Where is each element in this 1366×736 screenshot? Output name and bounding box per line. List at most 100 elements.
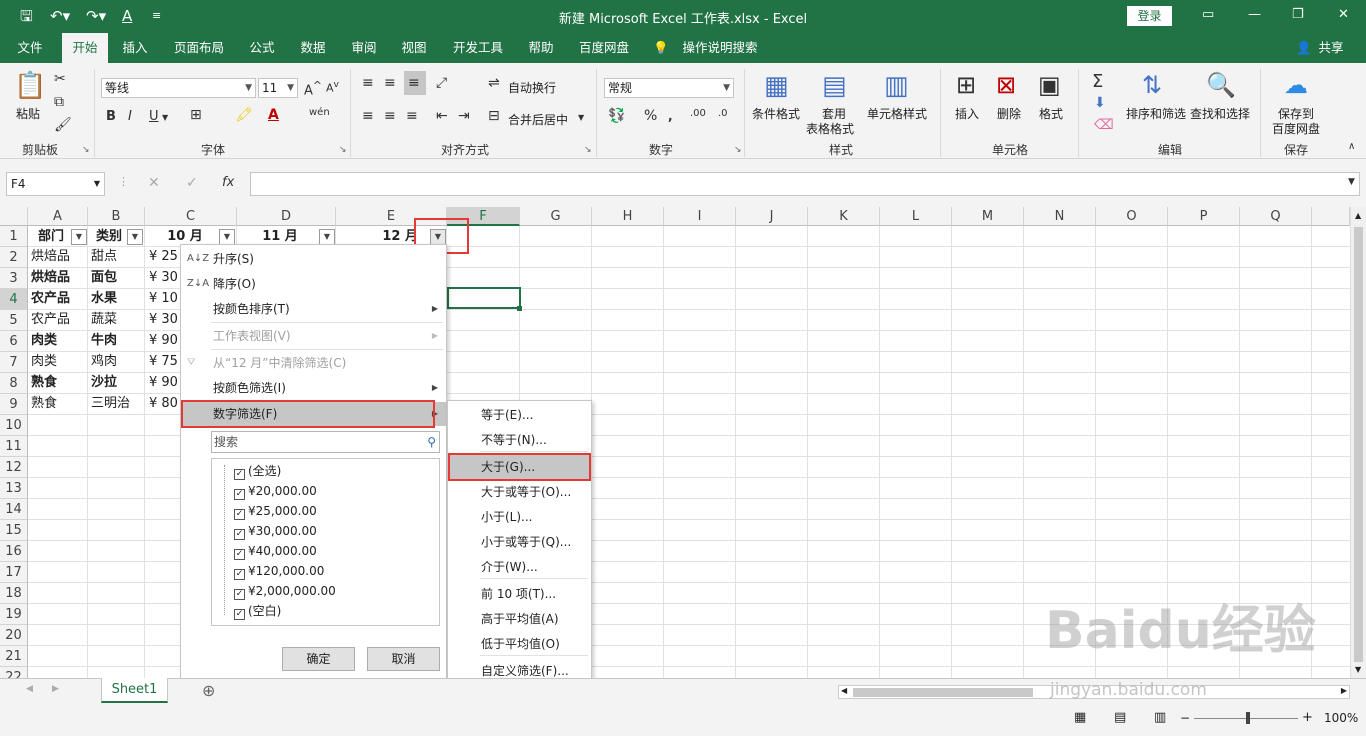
- tab-review[interactable]: 审阅: [343, 33, 385, 63]
- delete-cells-button[interactable]: 删除: [997, 105, 1021, 122]
- formula-input[interactable]: [250, 172, 1360, 196]
- filter-value-item[interactable]: ✓ ¥120,000.00: [234, 561, 324, 581]
- fill-down-icon[interactable]: ⬇: [1094, 95, 1106, 111]
- align-center-icon[interactable]: ≡: [384, 108, 396, 124]
- autosum-icon[interactable]: Σ: [1092, 71, 1103, 92]
- row-header-8[interactable]: 8: [0, 373, 28, 394]
- row-header-14[interactable]: 14: [0, 499, 28, 520]
- sheet-tab-sheet1[interactable]: Sheet1: [101, 678, 168, 703]
- col-header-g[interactable]: G: [520, 207, 592, 226]
- italic-button[interactable]: I: [128, 109, 132, 124]
- filter-search-input[interactable]: 搜索 ⚲: [211, 431, 440, 453]
- font-launcher-icon[interactable]: ↘: [339, 145, 347, 155]
- filter-value-item[interactable]: ✓ (空白): [234, 601, 281, 621]
- normal-view-icon[interactable]: ▦: [1074, 710, 1086, 725]
- decrease-decimal-icon[interactable]: .0: [718, 108, 728, 119]
- cell-b9[interactable]: 三明治: [91, 394, 143, 414]
- tell-me-search[interactable]: 操作说明搜索: [676, 33, 764, 63]
- col-header-d[interactable]: D: [237, 207, 336, 226]
- maximize-icon[interactable]: ❐: [1292, 7, 1304, 22]
- row-header-19[interactable]: 19: [0, 604, 28, 625]
- number-filter-equals[interactable]: 等于(E)...: [449, 403, 591, 427]
- paste-icon[interactable]: 📋: [14, 71, 46, 101]
- font-size-combo[interactable]: 11 ▼: [258, 78, 298, 98]
- tab-data[interactable]: 数据: [292, 33, 334, 63]
- filter-value-item[interactable]: ✓ ¥2,000,000.00: [234, 581, 336, 601]
- scroll-up-icon[interactable]: ▲: [1355, 211, 1361, 220]
- scroll-right-icon[interactable]: ▶: [1341, 686, 1347, 695]
- row-header-20[interactable]: 20: [0, 625, 28, 646]
- scroll-left-icon[interactable]: ◀: [841, 686, 847, 695]
- header-cell-department[interactable]: 部门: [30, 227, 72, 247]
- menu-filter-by-color[interactable]: 按颜色筛选(I) ▶: [182, 376, 446, 400]
- col-header-o[interactable]: O: [1096, 207, 1168, 226]
- cell-c3[interactable]: ¥ 30: [149, 268, 179, 288]
- checkbox-checked-icon[interactable]: ✓: [234, 549, 245, 560]
- phonetic-icon[interactable]: wén: [309, 107, 330, 118]
- active-cell[interactable]: [447, 287, 521, 309]
- scroll-down-icon[interactable]: ▼: [1355, 665, 1361, 674]
- filter-dropdown-a[interactable]: ▼: [71, 229, 87, 245]
- collapse-ribbon-icon[interactable]: ∧: [1348, 141, 1355, 152]
- merge-center-icon[interactable]: ⊟: [488, 108, 500, 124]
- save-to-baidu-line2[interactable]: 百度网盘: [1272, 120, 1320, 137]
- col-header-i[interactable]: I: [664, 207, 736, 226]
- cell-b2[interactable]: 甜点: [91, 247, 143, 267]
- row-header-21[interactable]: 21: [0, 646, 28, 667]
- filter-value-item[interactable]: ✓ ¥30,000.00: [234, 521, 317, 541]
- tab-file[interactable]: 文件: [8, 33, 52, 63]
- col-header-a[interactable]: A: [28, 207, 88, 226]
- confirm-entry-icon[interactable]: ✓: [186, 175, 198, 191]
- format-cells-icon[interactable]: ▣: [1038, 71, 1061, 99]
- row-header-9[interactable]: 9: [0, 394, 28, 415]
- zoom-level[interactable]: 100%: [1324, 711, 1358, 725]
- wrap-text-icon[interactable]: ⇌: [488, 75, 500, 91]
- percent-icon[interactable]: %: [644, 108, 657, 124]
- cell-c4[interactable]: ¥ 10: [149, 289, 179, 309]
- align-top-icon[interactable]: ≡: [362, 75, 374, 91]
- cell-c8[interactable]: ¥ 90: [149, 373, 179, 393]
- cell-c2[interactable]: ¥ 25: [149, 247, 179, 267]
- cell-b8[interactable]: 沙拉: [91, 373, 143, 393]
- tab-page-layout[interactable]: 页面布局: [166, 33, 232, 63]
- clipboard-launcher-icon[interactable]: ↘: [82, 145, 90, 155]
- row-header-2[interactable]: 2: [0, 247, 28, 268]
- col-header-n[interactable]: N: [1024, 207, 1096, 226]
- cell-styles-icon[interactable]: ▥: [884, 71, 909, 101]
- tab-developer[interactable]: 开发工具: [445, 33, 511, 63]
- checkbox-checked-icon[interactable]: ✓: [234, 509, 245, 520]
- filter-value-item[interactable]: ✓ (全选): [234, 461, 281, 481]
- cell-a2[interactable]: 烘焙品: [31, 247, 86, 267]
- filter-value-item[interactable]: ✓ ¥25,000.00: [234, 501, 317, 521]
- share-button[interactable]: 共享: [1314, 33, 1348, 63]
- merge-center-button[interactable]: 合并后居中: [508, 111, 568, 128]
- cell-c6[interactable]: ¥ 90: [149, 331, 179, 351]
- col-header-b[interactable]: B: [88, 207, 145, 226]
- next-sheet-icon[interactable]: ▶: [52, 684, 59, 694]
- wrap-text-button[interactable]: 自动换行: [508, 79, 556, 96]
- bold-button[interactable]: B: [106, 109, 116, 124]
- filter-value-item[interactable]: ✓ ¥40,000.00: [234, 541, 317, 561]
- row-header-3[interactable]: 3: [0, 268, 28, 289]
- row-header-18[interactable]: 18: [0, 583, 28, 604]
- number-filter-top-10[interactable]: 前 10 项(T)...: [449, 582, 591, 606]
- col-header-l[interactable]: L: [880, 207, 952, 226]
- number-format-combo[interactable]: 常规 ▼: [604, 78, 734, 98]
- alignment-launcher-icon[interactable]: ↘: [584, 145, 592, 155]
- row-header-16[interactable]: 16: [0, 541, 28, 562]
- tab-baidu-netdisk[interactable]: 百度网盘: [571, 33, 637, 63]
- row-header-10[interactable]: 10: [0, 415, 28, 436]
- page-break-view-icon[interactable]: ▥: [1154, 710, 1166, 725]
- zoom-slider-thumb[interactable]: [1246, 712, 1250, 724]
- decrease-indent-icon[interactable]: ⇤: [436, 108, 448, 124]
- conditional-format-icon[interactable]: ▦: [764, 71, 789, 101]
- cell-c9[interactable]: ¥ 80: [149, 394, 179, 414]
- header-cell-category[interactable]: 类别: [90, 227, 128, 247]
- fill-color-icon[interactable]: 🖍: [235, 107, 253, 123]
- cell-a7[interactable]: 肉类: [31, 352, 86, 372]
- sort-filter-button[interactable]: 排序和筛选: [1126, 105, 1186, 122]
- borders-icon[interactable]: ⊞: [190, 107, 202, 123]
- cell-b6[interactable]: 牛肉: [91, 331, 143, 351]
- cell-c7[interactable]: ¥ 75: [149, 352, 179, 372]
- font-name-combo[interactable]: 等线 ▼: [101, 78, 256, 98]
